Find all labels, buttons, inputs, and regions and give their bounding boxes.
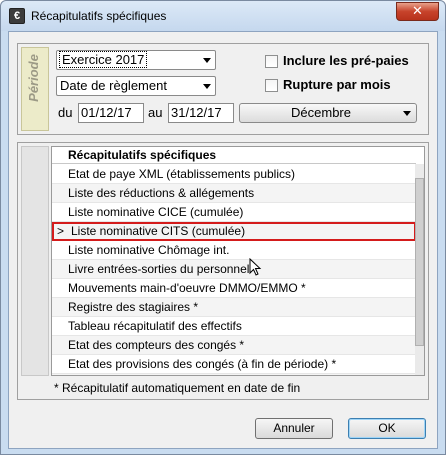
list-item[interactable]: Liste nominative CICE (cumulée)	[52, 203, 416, 222]
list-item-label: Liste nominative CITS (cumulée)	[71, 224, 246, 238]
list-item-selected[interactable]: > Liste nominative CITS (cumulée)	[52, 222, 416, 241]
recap-group: Récapitulatifs spécifiques Etat de paye …	[17, 142, 429, 400]
month-break-label: Rupture par mois	[283, 77, 391, 92]
chevron-down-icon	[203, 84, 211, 89]
period-label: Période	[26, 54, 41, 102]
list-item-label: Livre entrées-sorties du personnel *	[68, 262, 258, 276]
close-button[interactable]: ✕	[396, 2, 439, 21]
to-label: au	[148, 105, 163, 120]
period-group: Période Exercice 2017 Date de règlement …	[17, 43, 429, 135]
hand-pointer-icon	[249, 258, 262, 276]
exercise-select[interactable]: Exercice 2017	[56, 50, 216, 70]
period-label-strip: Période	[21, 47, 49, 131]
list-item[interactable]: Calcul des dispositifs d'aide...	[52, 374, 416, 375]
recap-list-header: Récapitulatifs spécifiques	[52, 147, 416, 164]
list-item-label: Registre des stagiaires *	[68, 300, 199, 314]
scrollbar-thumb[interactable]	[415, 178, 424, 346]
chevron-down-icon	[203, 58, 211, 63]
date-type-select-value: Date de règlement	[60, 78, 167, 93]
list-item[interactable]: Tableau récapitulatif des effectifs	[52, 317, 416, 336]
month-select-value: Décembre	[291, 105, 351, 120]
chevron-down-icon	[403, 111, 411, 116]
list-item[interactable]: Liste nominative Chômage int.	[52, 241, 416, 260]
month-select[interactable]: Décembre	[239, 103, 417, 123]
list-item[interactable]: Livre entrées-sorties du personnel *	[52, 260, 416, 279]
list-item-label: Liste des réductions & allégements	[68, 186, 255, 200]
list-item[interactable]: Registre des stagiaires *	[52, 298, 416, 317]
month-break-checkbox[interactable]	[265, 79, 278, 92]
title-bar: € Récapitulatifs spécifiques ✕	[1, 1, 445, 31]
recap-side-strip	[21, 146, 49, 376]
cancel-button[interactable]: Annuler	[255, 418, 333, 439]
dialog-client-area: Période Exercice 2017 Date de règlement …	[8, 31, 438, 449]
recap-list-scrollbar[interactable]	[415, 164, 424, 375]
list-item-label: Etat des provisions des congés (à fin de…	[68, 357, 337, 371]
include-prepay-checkbox[interactable]	[265, 55, 278, 68]
from-label: du	[58, 105, 73, 120]
list-item-label: Liste nominative CICE (cumulée)	[68, 205, 244, 219]
recap-footnote: * Récapitulatif automatiquement en date …	[54, 381, 301, 395]
date-type-select[interactable]: Date de règlement	[56, 76, 216, 96]
include-prepay-label: Inclure les pré-paies	[283, 53, 409, 68]
exercise-select-value: Exercice 2017	[58, 51, 148, 68]
app-icon: €	[9, 8, 25, 24]
selection-marker: >	[57, 224, 65, 238]
list-item[interactable]: Mouvements main-d'oeuvre DMMO/EMMO *	[52, 279, 416, 298]
list-item[interactable]: Etat des compteurs des congés *	[52, 336, 416, 355]
from-date-input[interactable]: 01/12/17	[78, 103, 144, 123]
dialog-window: € Récapitulatifs spécifiques ✕ Période E…	[0, 0, 446, 455]
list-item-label: Liste nominative Chômage int.	[68, 243, 230, 257]
list-item-label: Tableau récapitulatif des effectifs	[68, 319, 242, 333]
list-item-label: Etat de paye XML (établissements publics…	[68, 167, 295, 181]
list-item[interactable]: Etat de paye XML (établissements publics…	[52, 165, 416, 184]
ok-button[interactable]: OK	[348, 418, 426, 439]
window-title: Récapitulatifs spécifiques	[31, 9, 167, 23]
list-item-label: Mouvements main-d'oeuvre DMMO/EMMO *	[68, 281, 306, 295]
list-item[interactable]: Etat des provisions des congés (à fin de…	[52, 355, 416, 374]
list-item[interactable]: Liste des réductions & allégements	[52, 184, 416, 203]
recap-list[interactable]: Récapitulatifs spécifiques Etat de paye …	[51, 146, 425, 376]
to-date-input[interactable]: 31/12/17	[168, 103, 234, 123]
list-item-label: Etat des compteurs des congés *	[68, 338, 245, 352]
